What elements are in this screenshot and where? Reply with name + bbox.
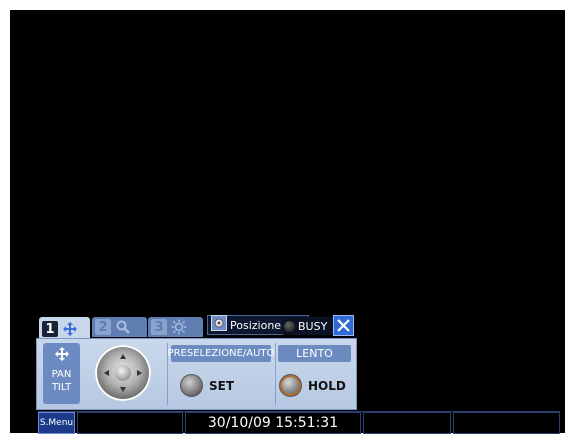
hold-knob-icon xyxy=(279,374,302,397)
joystick-control[interactable] xyxy=(95,345,151,401)
ptz-controls: PAN TILT PRESELEZIONE/AUTO LENTO SET HOL… xyxy=(36,338,357,410)
datetime-display: 30/10/09 15:51:31 xyxy=(185,412,361,434)
status-bar: S.Menu 30/10/09 15:51:31 xyxy=(38,411,560,434)
set-label: SET xyxy=(209,378,235,393)
joystick-center[interactable] xyxy=(115,365,131,381)
busy-label: BUSY xyxy=(298,319,328,333)
divider xyxy=(275,343,276,405)
hold-label: HOLD xyxy=(308,378,346,393)
pan-tilt-button[interactable]: PAN TILT xyxy=(43,343,80,404)
busy-led-icon xyxy=(284,320,295,332)
position-label: Posizione xyxy=(230,318,282,332)
speed-slow-button[interactable]: LENTO xyxy=(278,345,351,362)
set-knob-icon xyxy=(180,374,203,397)
close-icon xyxy=(337,319,350,332)
tab-number: 2 xyxy=(95,319,111,335)
pan-tilt-label: PAN TILT xyxy=(51,369,72,393)
zoom-magnifier-icon xyxy=(115,319,131,335)
tab-zoom[interactable]: 2 xyxy=(92,317,147,337)
preset-auto-button[interactable]: PRESELEZIONE/AUTO xyxy=(168,345,274,362)
busy-status: BUSY xyxy=(282,317,333,335)
pan-tilt-arrows-icon xyxy=(54,346,70,366)
status-cell xyxy=(77,412,183,434)
tab-number: 3 xyxy=(151,319,167,335)
position-icon xyxy=(211,315,227,335)
close-button[interactable] xyxy=(333,315,354,336)
ptz-control-panel: 1 2 3 Posizione BUSY PAN TILT PRESELEZIO… xyxy=(36,313,357,410)
hold-button[interactable]: HOLD xyxy=(279,374,346,397)
status-cell xyxy=(363,412,451,434)
tab-number: 1 xyxy=(42,321,58,337)
brightness-sun-icon xyxy=(171,319,187,335)
move-arrows-icon xyxy=(62,321,78,337)
sub-menu-button[interactable]: S.Menu xyxy=(38,412,75,434)
status-cell xyxy=(453,412,560,434)
set-button[interactable]: SET xyxy=(180,374,234,397)
tab-brightness[interactable]: 3 xyxy=(148,317,203,337)
